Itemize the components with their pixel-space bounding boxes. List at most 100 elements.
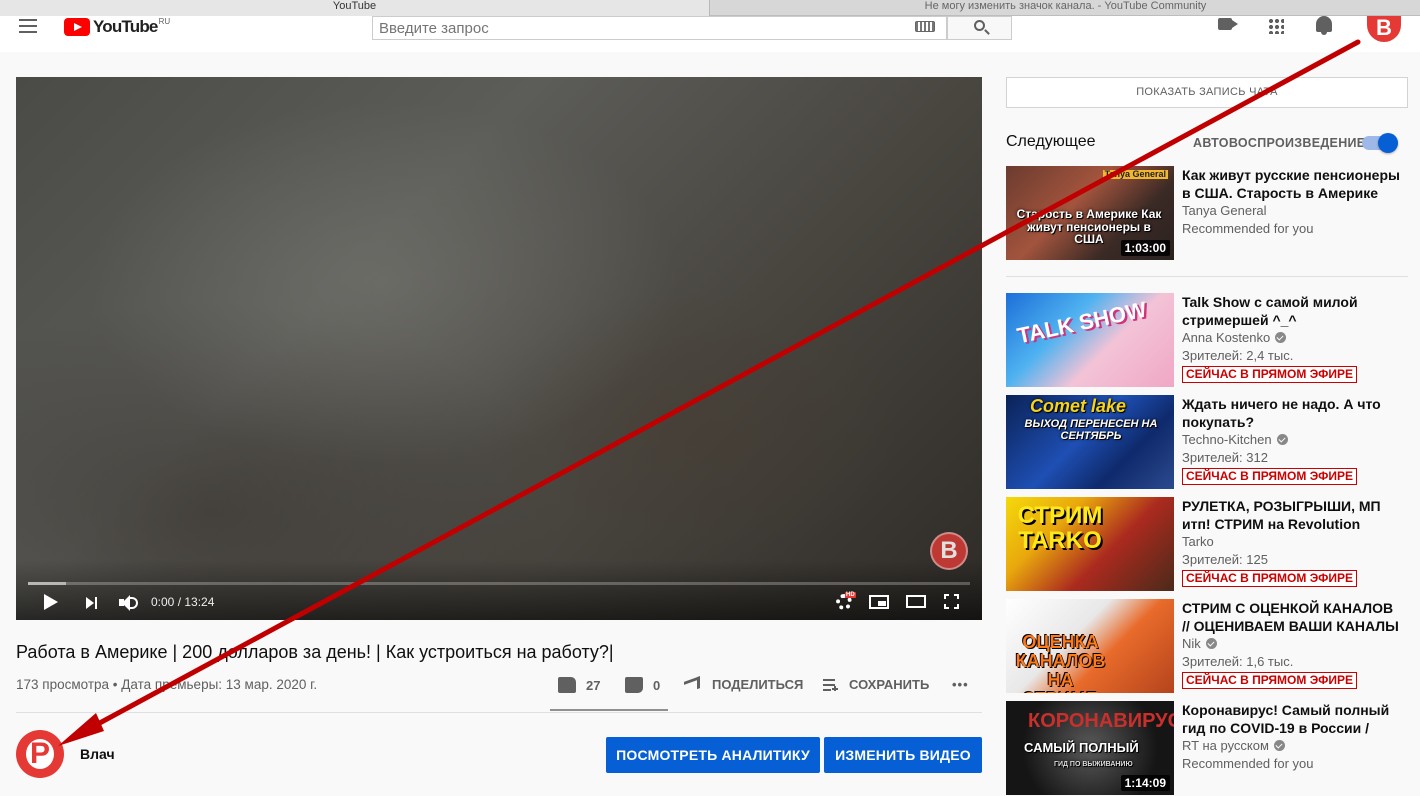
channel-name[interactable]: Anna Kostenko [1182,330,1287,345]
notifications-icon[interactable] [1316,16,1332,35]
account-avatar[interactable]: B [1367,16,1401,42]
live-badge: СЕЙЧАС В ПРЯМОМ ЭФИРЕ [1182,366,1357,383]
menu-icon[interactable] [19,19,37,33]
share-icon [684,675,700,694]
channel-avatar[interactable]: P [16,730,64,778]
keyboard-icon[interactable] [915,21,935,32]
thumb-overlay-text: Comet lake [1030,396,1127,416]
video-meta: Зрителей: 125 [1182,552,1268,567]
video-title-link[interactable]: СТРИМ С ОЦЕНКОЙ КАНАЛОВ // ОЦЕНИВАЕМ ВАШ… [1182,599,1402,635]
video-thumbnail[interactable]: Comet lake ВЫХОД ПЕРЕНЕСЕН НА СЕНТЯБРЬ [1006,395,1174,489]
edit-video-button[interactable]: ИЗМЕНИТЬ ВИДЕО [824,737,982,773]
channel-label: Tanya General [1182,203,1267,218]
video-meta: Зрителей: 312 [1182,450,1268,465]
video-thumbnail[interactable]: TALK SHOW [1006,293,1174,387]
recommended-video[interactable]: ОЦЕНКА КАНАЛОВ НА СТРИМЕ СТРИМ С ОЦЕНКОЙ… [1006,599,1408,694]
recommended-video[interactable]: СТРИМ TARKO РУЛЕТКА, РОЗЫГРЫШИ, МП итп! … [1006,497,1408,592]
video-title-link[interactable]: Как живут русские пенсионеры в США. Стар… [1182,166,1402,202]
volume-icon[interactable] [119,594,139,612]
search-input[interactable] [372,16,947,40]
view-analytics-button[interactable]: ПОСМОТРЕТЬ АНАЛИТИКУ [606,737,820,773]
channel-name[interactable]: RT на русском [1182,738,1285,753]
youtube-logo[interactable]: YouTube RU [64,17,170,37]
video-thumbnail[interactable]: СТРИМ TARKO [1006,497,1174,591]
video-thumbnail[interactable]: ОЦЕНКА КАНАЛОВ НА СТРИМЕ [1006,599,1174,693]
thumbs-up-icon [558,677,576,693]
like-button[interactable]: 27 [558,677,600,693]
time-display: 0:00 / 13:24 [151,595,215,609]
browser-tab-youtube[interactable]: YouTube [0,0,710,16]
progress-bar[interactable] [28,582,970,585]
video-duration: 1:14:09 [1120,775,1170,791]
show-chat-replay-button[interactable]: ПОКАЗАТЬ ЗАПИСЬ ЧАТА [1006,77,1408,108]
thumb-overlay-subtext: САМЫЙ ПОЛНЫЙ [1024,740,1139,755]
channel-watermark[interactable]: B [930,532,968,570]
thumb-overlay-text: TALK SHOW [1014,296,1149,349]
thumb-overlay-subtext: ВЫХОД ПЕРЕНЕСЕН НА СЕНТЯБРЬ [1024,418,1158,442]
save-button[interactable]: СОХРАНИТЬ [823,677,929,692]
video-meta: Зрителей: 1,6 тыс. [1182,654,1294,669]
verified-icon [1276,434,1288,445]
play-icon[interactable] [44,594,58,610]
video-player[interactable]: B 0:00 / 13:24 HD [16,77,982,620]
fullscreen-icon[interactable] [944,594,959,609]
channel-label: Techno-Kitchen [1182,432,1272,447]
video-thumbnail[interactable]: КОРОНАВИРУС САМЫЙ ПОЛНЫЙ ГИД ПО ВЫЖИВАНИ… [1006,701,1174,795]
video-meta: Зрителей: 2,4 тыс. [1182,348,1294,363]
channel-label: Nik [1182,636,1201,651]
channel-name[interactable]: Влач [80,746,115,762]
theater-mode-icon[interactable] [906,595,926,608]
verified-icon [1205,638,1217,649]
video-title-link[interactable]: Ждать ничего не надо. А что покупать? [1182,395,1402,431]
video-title-link[interactable]: Talk Show с самой милой стримершей ^_^ [1182,293,1402,329]
playlist-add-icon [823,678,839,691]
create-video-icon[interactable] [1218,18,1238,30]
channel-name[interactable]: Nik [1182,636,1217,651]
more-actions-button[interactable]: ••• [952,677,969,692]
recommended-video[interactable]: КОРОНАВИРУС САМЫЙ ПОЛНЫЙ ГИД ПО ВЫЖИВАНИ… [1006,701,1408,796]
next-icon[interactable] [86,597,98,609]
video-title-link[interactable]: Коронавирус! Самый полный гид по COVID-1… [1182,701,1402,737]
dislike-button[interactable]: 0 [625,677,660,693]
recommended-video[interactable]: Tanya General Старость в Америке Как жив… [1006,166,1408,261]
channel-label: Tarko [1182,534,1214,549]
video-title: Работа в Америке | 200 долларов за день!… [16,642,614,662]
youtube-play-icon [64,18,90,36]
live-badge: СЕЙЧАС В ПРЯМОМ ЭФИРЕ [1182,672,1357,689]
dislike-count: 0 [653,677,661,693]
recommended-video[interactable]: Comet lake ВЫХОД ПЕРЕНЕСЕН НА СЕНТЯБРЬ Ж… [1006,395,1408,490]
video-duration: 1:03:00 [1120,240,1170,256]
video-meta: Recommended for you [1182,756,1314,771]
miniplayer-icon[interactable] [869,595,889,609]
apps-icon[interactable] [1268,18,1284,34]
share-button[interactable]: ПОДЕЛИТЬСЯ [684,675,804,694]
channel-name[interactable]: Tarko [1182,534,1214,549]
thumb-tag: Tanya General [1102,169,1168,180]
live-badge: СЕЙЧАС В ПРЯМОМ ЭФИРЕ [1182,570,1357,587]
thumb-overlay-text: КОРОНАВИРУС [1028,710,1174,732]
hd-badge: HD [845,592,856,598]
channel-name[interactable]: Techno-Kitchen [1182,432,1288,447]
thumbs-down-icon [625,677,643,693]
annotation-arrowhead [58,713,104,746]
verified-icon [1273,740,1285,751]
channel-name[interactable]: Tanya General [1182,203,1267,218]
browser-tab-community[interactable]: Не могу изменить значок канала. - YouTub… [711,0,1420,16]
channel-label: Anna Kostenko [1182,330,1271,345]
autoplay-toggle[interactable] [1362,133,1398,153]
share-label: ПОДЕЛИТЬСЯ [712,677,804,692]
video-title-link[interactable]: РУЛЕТКА, РОЗЫГРЫШИ, МП итп! СТРИМ на Rev… [1182,497,1402,533]
autoplay-label: АВТОВОСПРОИЗВЕДЕНИЕ [1193,136,1366,150]
up-next-heading: Следующее [1006,133,1096,150]
video-thumbnail[interactable]: Tanya General Старость в Америке Как жив… [1006,166,1174,260]
video-meta: Recommended for you [1182,221,1314,236]
channel-label: RT на русском [1182,738,1269,753]
search-button[interactable] [947,16,1012,40]
video-meta: 173 просмотра • Дата премьеры: 13 мар. 2… [16,677,318,692]
recommended-video[interactable]: TALK SHOW Talk Show с самой милой стриме… [1006,293,1408,388]
live-badge: СЕЙЧАС В ПРЯМОМ ЭФИРЕ [1182,468,1357,485]
logo-text: YouTube [93,17,158,36]
verified-icon [1275,332,1287,343]
search-icon [974,20,985,31]
progress-played [28,582,66,585]
